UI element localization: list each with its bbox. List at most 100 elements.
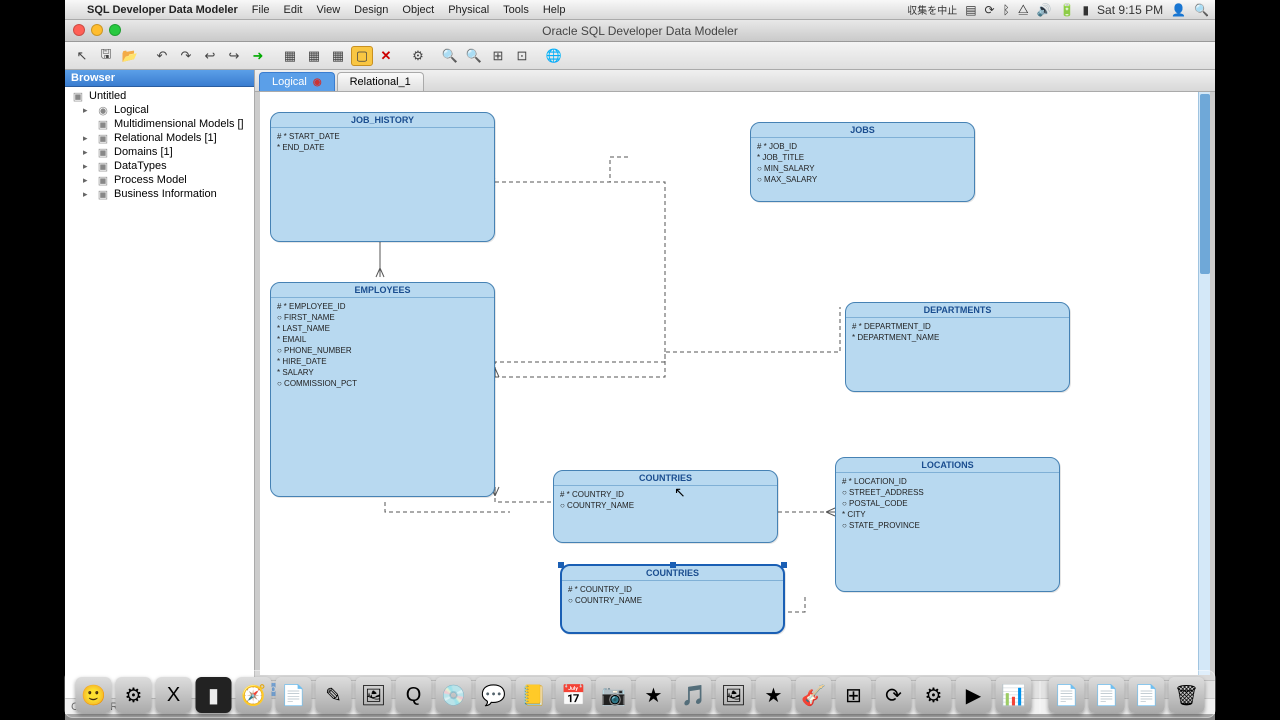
dock-imovie[interactable]: ★ — [636, 677, 672, 713]
dock-terminal[interactable]: ▮ — [196, 677, 232, 713]
tree-item-domains[interactable]: ▸▣Domains [1] — [65, 145, 254, 159]
tree-item-relational[interactable]: ▸▣Relational Models [1] — [65, 131, 254, 145]
entity-attributes: # * JOB_ID * JOB_TITLE ○ MIN_SALARY ○ MA… — [751, 138, 974, 188]
tree-item-business[interactable]: ▸▣Business Information — [65, 187, 254, 201]
dock-safari[interactable]: 🧭 — [236, 677, 272, 713]
tree-item-datatypes[interactable]: ▸▣DataTypes — [65, 159, 254, 173]
entity-employees[interactable]: EMPLOYEES # * EMPLOYEE_ID ○ FIRST_NAME *… — [270, 282, 495, 497]
undo-button[interactable]: ↶ — [151, 46, 173, 66]
menu-edit[interactable]: Edit — [284, 4, 303, 16]
tree-item-process[interactable]: ▸▣Process Model — [65, 173, 254, 187]
fit-screen-button[interactable]: ⊞ — [487, 46, 509, 66]
dock-app1[interactable]: ✎ — [316, 677, 352, 713]
tab-relational[interactable]: Relational_1 — [337, 72, 424, 91]
vertical-scrollbar[interactable] — [1198, 92, 1210, 675]
dock-preview[interactable]: 🖼 — [356, 677, 392, 713]
diagram-canvas[interactable]: JOB_HISTORY # * START_DATE * END_DATE JO… — [255, 92, 1215, 680]
menu-help[interactable]: Help — [543, 4, 566, 16]
tab-logical[interactable]: Logical ◉ — [259, 72, 335, 91]
dock-app3[interactable]: ▶ — [956, 677, 992, 713]
expand-icon[interactable]: ▸ — [83, 147, 92, 158]
dock-sysprefs[interactable]: ⚙ — [916, 677, 952, 713]
table-button-1[interactable]: ▦ — [279, 46, 301, 66]
nav-back-button[interactable]: ↩ — [199, 46, 221, 66]
clock[interactable]: Sat 9:15 PM — [1097, 3, 1163, 17]
bluetooth-icon[interactable]: ᛒ — [1003, 3, 1010, 17]
entity-locations[interactable]: LOCATIONS # * LOCATION_ID ○ STREET_ADDRE… — [835, 457, 1060, 592]
table-button-2[interactable]: ▦ — [303, 46, 325, 66]
menu-object[interactable]: Object — [402, 4, 434, 16]
dock-app2[interactable]: 💿 — [436, 677, 472, 713]
dock-timemachine[interactable]: ⟳ — [876, 677, 912, 713]
engineer-button[interactable]: ⚙ — [407, 46, 429, 66]
zoom-out-button[interactable]: 🔍 — [463, 46, 485, 66]
minimize-window-button[interactable] — [91, 24, 103, 36]
menu-tools[interactable]: Tools — [503, 4, 529, 16]
expand-icon[interactable]: ▸ — [83, 175, 92, 186]
entity-attributes: # * COUNTRY_ID ○ COUNTRY_NAME — [554, 486, 777, 514]
tree-item-logical[interactable]: ▸◉Logical — [65, 103, 254, 117]
browser-tree[interactable]: ▣ Untitled ▸◉Logical ▣Multidimensional M… — [65, 87, 254, 698]
expand-icon[interactable]: ▸ — [83, 133, 92, 144]
dock-ichat[interactable]: 💬 — [476, 677, 512, 713]
dock-doc3[interactable]: 📄 — [1129, 677, 1165, 713]
spotlight-icon[interactable]: 🔍 — [1194, 3, 1209, 17]
dock-doc2[interactable]: 📄 — [1089, 677, 1125, 713]
pointer-tool-button[interactable]: ↖ — [71, 46, 93, 66]
zoom-in-button[interactable]: 🔍 — [439, 46, 461, 66]
dock-idvd[interactable]: ★ — [756, 677, 792, 713]
dock-itunes[interactable]: 🎵 — [676, 677, 712, 713]
menu-physical[interactable]: Physical — [448, 4, 489, 16]
dock-textedit[interactable]: 📄 — [276, 677, 312, 713]
reporting-button[interactable]: 🌐 — [543, 46, 565, 66]
scrollbar-thumb[interactable] — [1200, 94, 1210, 274]
dock-finder[interactable]: 🙂 — [76, 677, 112, 713]
expand-icon[interactable]: ▸ — [83, 161, 92, 172]
delete-button[interactable]: ✕ — [375, 46, 397, 66]
redo-button[interactable]: ↷ — [175, 46, 197, 66]
dock-iweb[interactable]: 🖼 — [716, 677, 752, 713]
menu-view[interactable]: View — [317, 4, 341, 16]
menu-design[interactable]: Design — [354, 4, 388, 16]
entity-job-history[interactable]: JOB_HISTORY # * START_DATE * END_DATE — [270, 112, 495, 242]
wifi-icon[interactable]: ⧋ — [1018, 2, 1029, 17]
dock-iphoto[interactable]: 📷 — [596, 677, 632, 713]
expand-icon[interactable]: ▸ — [83, 105, 92, 116]
note-button[interactable]: ▢ — [351, 46, 373, 66]
open-button[interactable]: 📂 — [119, 46, 141, 66]
macos-menubar: SQL Developer Data Modeler File Edit Vie… — [65, 0, 1215, 20]
nav-forward-button[interactable]: ↪ — [223, 46, 245, 66]
close-tab-icon[interactable]: ◉ — [313, 77, 322, 88]
sync-icon[interactable]: ⟳ — [985, 3, 995, 17]
close-window-button[interactable] — [73, 24, 85, 36]
dock-addressbook[interactable]: 📒 — [516, 677, 552, 713]
volume-icon[interactable]: 🔊 — [1037, 3, 1052, 17]
tree-item-multidim[interactable]: ▣Multidimensional Models [] — [65, 117, 254, 131]
save-button[interactable]: 🖫 — [95, 46, 117, 66]
user-icon[interactable]: 👤 — [1171, 3, 1186, 17]
dock-quicktime[interactable]: Q — [396, 677, 432, 713]
dock-spaces[interactable]: ⊞ — [836, 677, 872, 713]
entity-jobs[interactable]: JOBS # * JOB_ID * JOB_TITLE ○ MIN_SALARY… — [750, 122, 975, 202]
entity-countries[interactable]: COUNTRIES # * COUNTRY_ID ○ COUNTRY_NAME — [553, 470, 778, 543]
menulet-icon[interactable]: ▤ — [965, 3, 976, 17]
forward-button[interactable]: ➜ — [247, 46, 269, 66]
battery-icon[interactable]: 🔋 — [1059, 3, 1074, 17]
zoom-window-button[interactable] — [109, 24, 121, 36]
entity-countries-selected[interactable]: COUNTRIES # * COUNTRY_ID ○ COUNTRY_NAME — [560, 564, 785, 634]
fit-selection-button[interactable]: ⊡ — [511, 46, 533, 66]
table-button-3[interactable]: ▦ — [327, 46, 349, 66]
dock-garageband[interactable]: 🎸 — [796, 677, 832, 713]
dock-doc1[interactable]: 📄 — [1049, 677, 1085, 713]
dock-trash[interactable]: 🗑 — [1169, 677, 1205, 713]
tree-root[interactable]: ▣ Untitled — [65, 89, 254, 103]
dock-ical[interactable]: 📅 — [556, 677, 592, 713]
menu-file[interactable]: File — [252, 4, 270, 16]
dock-dashboard[interactable]: ⚙ — [116, 677, 152, 713]
dock-x11[interactable]: X — [156, 677, 192, 713]
entity-departments[interactable]: DEPARTMENTS # * DEPARTMENT_ID * DEPARTME… — [845, 302, 1070, 392]
dock-sqldev[interactable]: 📊 — [996, 677, 1032, 713]
flag-icon[interactable]: ▮ — [1082, 3, 1089, 17]
app-name[interactable]: SQL Developer Data Modeler — [87, 4, 238, 16]
expand-icon[interactable]: ▸ — [83, 189, 92, 200]
